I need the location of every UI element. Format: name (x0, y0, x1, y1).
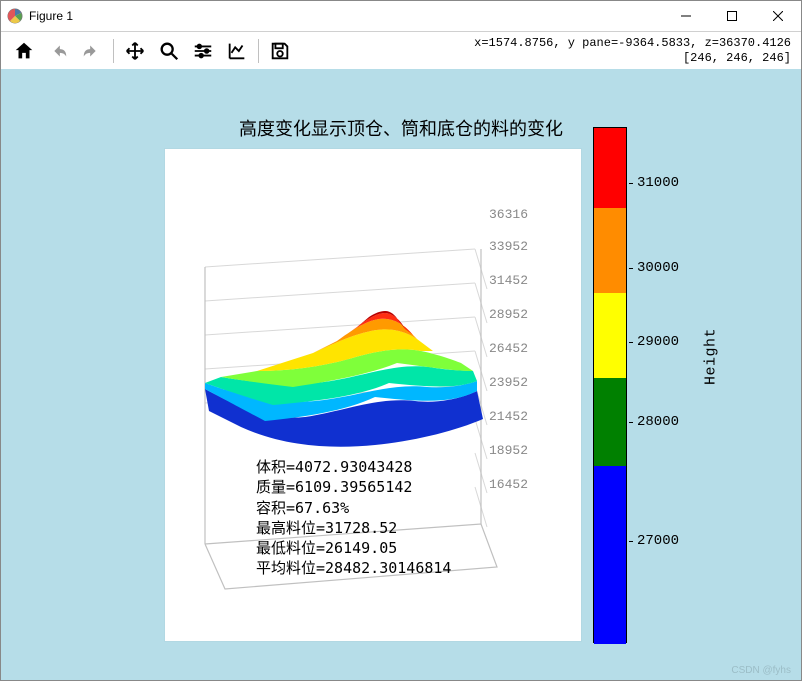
colorbar-segment (594, 208, 626, 293)
watermark: CSDN @fyhs (731, 665, 791, 676)
window-titlebar: Figure 1 (1, 1, 801, 31)
z-tick: 31452 (489, 273, 528, 288)
figure-toolbar: x=1574.8756, y pane=-9364.5833, z=36370.… (1, 31, 801, 69)
zoom-button[interactable] (152, 34, 186, 68)
edit-axis-button[interactable] (220, 34, 254, 68)
pan-button[interactable] (118, 34, 152, 68)
minimize-button[interactable] (663, 1, 709, 31)
forward-button[interactable] (75, 34, 109, 68)
configure-subplots-button[interactable] (186, 34, 220, 68)
colorbar-tick: 30000 (637, 260, 679, 276)
matplotlib-icon (7, 8, 23, 24)
info-annotation: 体积=4072.93043428 质量=6109.39565142 容积=67.… (256, 457, 451, 579)
colorbar-tick: 27000 (637, 533, 679, 549)
coord-rgb: [246, 246, 246] (474, 51, 791, 65)
z-tick: 28952 (489, 307, 528, 322)
window-title: Figure 1 (29, 9, 663, 23)
z-tick: 16452 (489, 477, 528, 492)
colorbar-segment (594, 378, 626, 466)
toolbar-separator (258, 39, 259, 63)
colorbar-label: Height (703, 328, 720, 385)
close-button[interactable] (755, 1, 801, 31)
z-tick: 23952 (489, 375, 528, 390)
colorbar-tick: 29000 (637, 334, 679, 350)
z-tick: 36316 (489, 207, 528, 222)
toolbar-separator (113, 39, 114, 63)
z-tick: 33952 (489, 239, 528, 254)
coordinate-readout: x=1574.8756, y pane=-9364.5833, z=36370.… (474, 36, 795, 65)
colorbar-segment (594, 293, 626, 378)
colorbar-tick: 31000 (637, 175, 679, 191)
colorbar-tick: 28000 (637, 414, 679, 430)
figure-canvas[interactable]: 高度变化显示顶仓、筒和底仓的料的变化 (1, 69, 801, 680)
coord-xyz: x=1574.8756, y pane=-9364.5833, z=36370.… (474, 36, 791, 50)
back-button[interactable] (41, 34, 75, 68)
colorbar-segment (594, 128, 626, 208)
colorbar: 31000 30000 29000 28000 27000 Height (593, 127, 773, 643)
z-tick: 18952 (489, 443, 528, 458)
home-button[interactable] (7, 34, 41, 68)
maximize-button[interactable] (709, 1, 755, 31)
z-tick: 26452 (489, 341, 528, 356)
colorbar-segment (594, 466, 626, 644)
window-buttons (663, 1, 801, 31)
colorbar-gradient (593, 127, 627, 643)
z-tick: 21452 (489, 409, 528, 424)
save-button[interactable] (263, 34, 297, 68)
